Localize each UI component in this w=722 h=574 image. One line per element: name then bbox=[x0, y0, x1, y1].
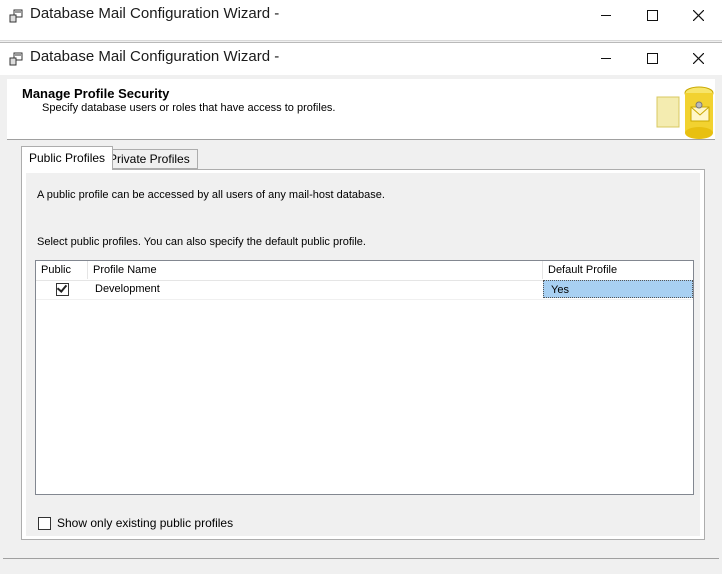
wizard-window: Database Mail Configuration Wizard - Man… bbox=[0, 42, 722, 574]
public-profile-description: A public profile can be accessed by all … bbox=[37, 189, 385, 201]
public-cell[interactable] bbox=[36, 280, 88, 298]
wizard-header: Manage Profile Security Specify database… bbox=[7, 79, 715, 140]
minimize-icon bbox=[601, 57, 611, 59]
column-header-default-profile[interactable]: Default Profile bbox=[543, 261, 693, 279]
background-maximize-button[interactable] bbox=[629, 0, 675, 30]
database-mail-app-icon bbox=[9, 9, 23, 23]
background-titlebar[interactable]: Database Mail Configuration Wizard - bbox=[0, 0, 722, 32]
public-checkbox[interactable] bbox=[56, 282, 69, 296]
column-header-profile-name[interactable]: Profile Name bbox=[88, 261, 543, 279]
background-window-title: Database Mail Configuration Wizard - bbox=[30, 5, 280, 22]
database-mail-banner-icon bbox=[656, 86, 714, 139]
wizard-titlebar[interactable]: Database Mail Configuration Wizard - bbox=[0, 43, 722, 75]
minimize-button[interactable] bbox=[583, 43, 629, 73]
show-only-existing-checkbox[interactable] bbox=[38, 517, 51, 530]
maximize-icon bbox=[646, 52, 658, 64]
close-icon bbox=[692, 9, 704, 21]
panel-content: A public profile can be accessed by all … bbox=[26, 173, 700, 536]
maximize-button[interactable] bbox=[629, 43, 675, 73]
minimize-icon bbox=[601, 14, 611, 16]
default-profile-cell[interactable]: Yes bbox=[543, 280, 693, 298]
table-row[interactable]: Development Yes bbox=[36, 280, 693, 300]
background-close-button[interactable] bbox=[675, 0, 721, 30]
close-button[interactable] bbox=[675, 43, 721, 73]
checkmark-icon bbox=[56, 282, 68, 293]
page-title: Manage Profile Security bbox=[22, 86, 170, 101]
profiles-grid[interactable]: Public Profile Name Default Profile Deve… bbox=[35, 260, 694, 495]
maximize-icon bbox=[646, 9, 658, 21]
background-window: Database Mail Configuration Wizard - bbox=[0, 0, 722, 41]
grid-header: Public Profile Name Default Profile bbox=[36, 261, 693, 281]
public-profiles-panel: A public profile can be accessed by all … bbox=[21, 169, 705, 540]
page-subtitle: Specify database users or roles that hav… bbox=[42, 102, 336, 114]
profile-name-cell[interactable]: Development bbox=[88, 280, 543, 298]
wizard-window-title: Database Mail Configuration Wizard - bbox=[30, 48, 280, 65]
tab-public-profiles[interactable]: Public Profiles bbox=[21, 146, 114, 170]
tab-private-profiles[interactable]: Private Profiles bbox=[101, 149, 198, 169]
public-profile-instruction: Select public profiles. You can also spe… bbox=[37, 236, 366, 248]
show-only-existing-label[interactable]: Show only existing public profiles bbox=[57, 516, 233, 530]
close-icon bbox=[692, 52, 704, 64]
database-mail-app-icon bbox=[9, 52, 23, 66]
background-minimize-button[interactable] bbox=[583, 0, 629, 30]
footer-divider bbox=[3, 558, 719, 559]
column-header-public[interactable]: Public bbox=[36, 261, 88, 279]
